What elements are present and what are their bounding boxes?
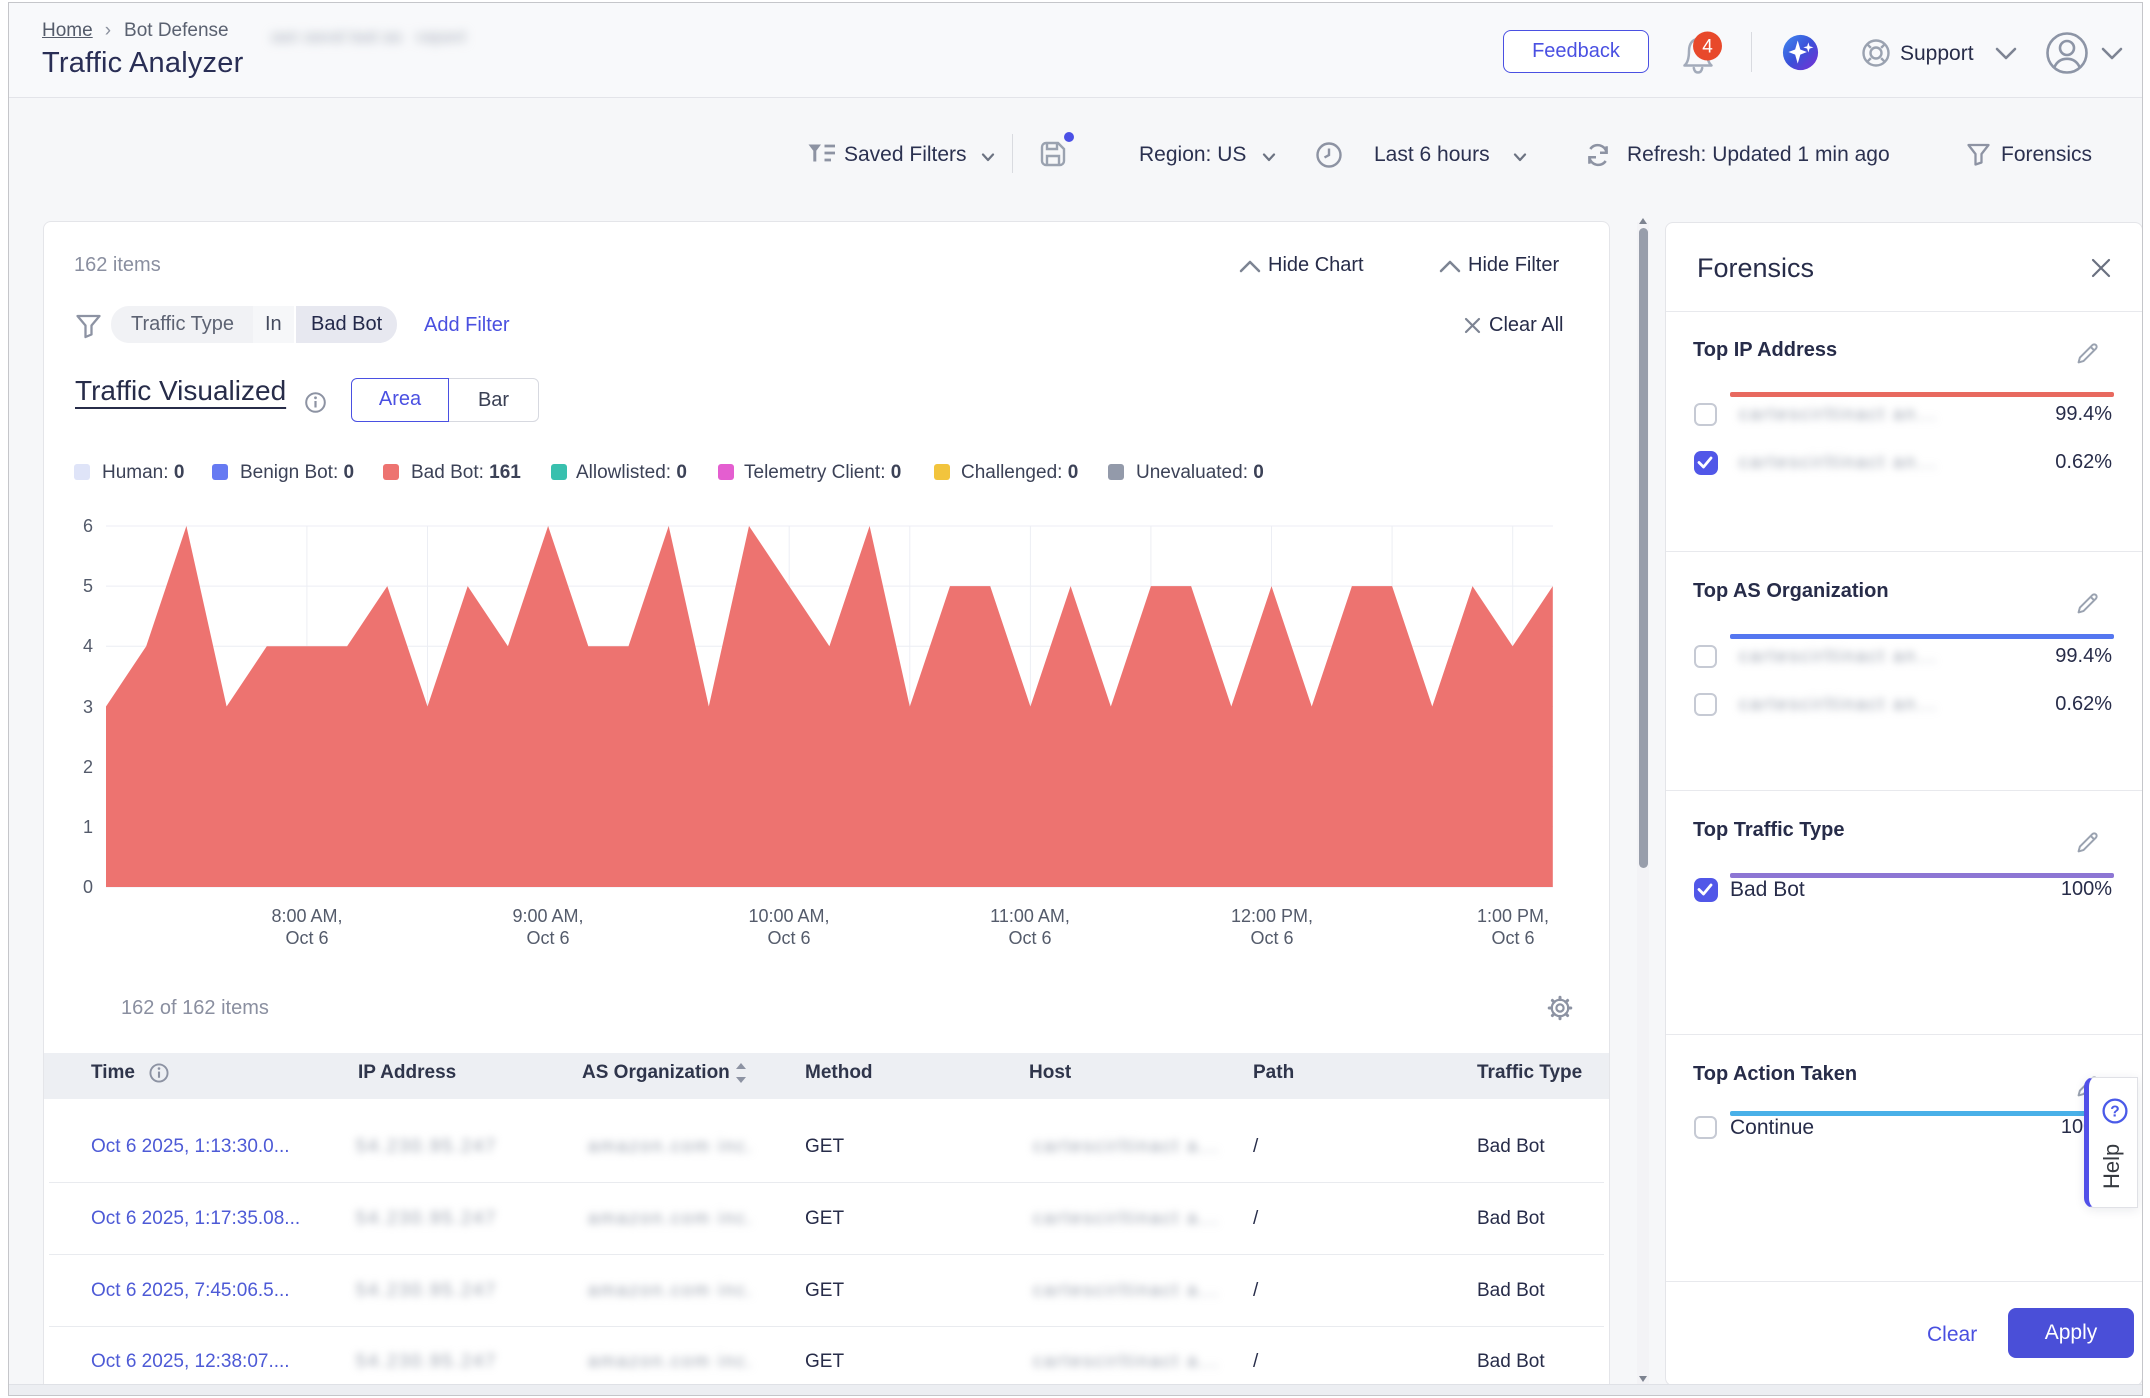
svg-text:6: 6 [83, 516, 93, 536]
svg-text:10:00 AM,: 10:00 AM, [748, 906, 829, 926]
svg-text:1:00 PM,: 1:00 PM, [1477, 906, 1549, 926]
svg-text:2: 2 [83, 757, 93, 777]
svg-text:1: 1 [83, 817, 93, 837]
svg-text:Oct 6: Oct 6 [285, 928, 328, 948]
svg-text:Oct 6: Oct 6 [526, 928, 569, 948]
svg-text:Oct 6: Oct 6 [1008, 928, 1051, 948]
svg-text:5: 5 [83, 576, 93, 596]
svg-text:Oct 6: Oct 6 [767, 928, 810, 948]
svg-text:Oct 6: Oct 6 [1250, 928, 1293, 948]
svg-text:0: 0 [83, 877, 93, 897]
svg-text:11:00 AM,: 11:00 AM, [990, 906, 1070, 926]
svg-text:4: 4 [1702, 37, 1713, 58]
svg-text:9:00 AM,: 9:00 AM, [512, 906, 583, 926]
svg-text:12:00 PM,: 12:00 PM, [1231, 906, 1313, 926]
svg-text:?: ? [2110, 1104, 2119, 1121]
svg-text:Oct 6: Oct 6 [1491, 928, 1534, 948]
svg-text:8:00 AM,: 8:00 AM, [271, 906, 342, 926]
svg-text:3: 3 [83, 697, 93, 717]
svg-text:4: 4 [83, 636, 93, 656]
